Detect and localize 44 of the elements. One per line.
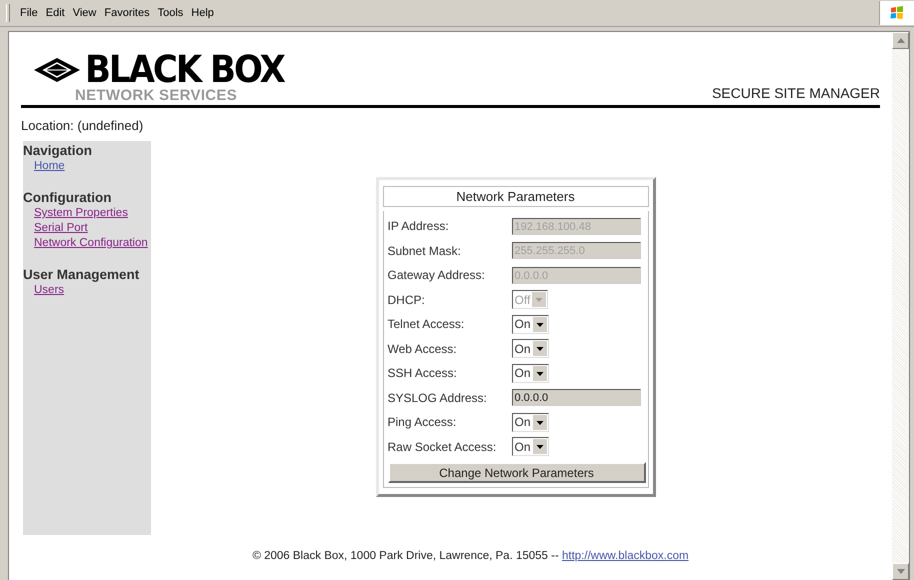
field-label: IP Address: (388, 219, 450, 234)
location-label: Location: (undefined) (21, 117, 144, 135)
change-parameters-button[interactable]: Change Network Parameters (388, 462, 646, 483)
dropdown[interactable]: On (512, 364, 549, 383)
panel-title: Network Parameters (382, 186, 648, 207)
scroll-down-button[interactable] (892, 563, 909, 580)
field-label: DHCP: (388, 292, 426, 307)
section-title: Configuration (23, 190, 112, 206)
nav-link[interactable]: System Properties (23, 206, 151, 221)
field-label: Telnet Access: (388, 317, 466, 332)
field-label: Raw Socket Access: (388, 440, 498, 454)
section-title: Navigation (23, 143, 94, 159)
nav-link[interactable]: Network Configuration (23, 236, 151, 251)
field-label: SYSLOG Address: (388, 390, 488, 405)
nav-link[interactable]: Users (23, 283, 151, 298)
field-label: Subnet Mask: (388, 244, 462, 258)
section-title: User Management (23, 267, 140, 283)
app-title: SECURE SITE MANAGER (712, 85, 880, 103)
menu-item[interactable]: Tools (154, 7, 188, 19)
up-arrow-icon (896, 38, 904, 43)
menu-item[interactable]: File (16, 7, 42, 19)
logo-subtitle: NETWORK SERVICES (74, 88, 238, 103)
dropdown[interactable]: On (512, 339, 549, 358)
field-label: Gateway Address: (388, 268, 486, 282)
dropdown[interactable]: On (512, 314, 549, 334)
menu-item[interactable]: Edit (42, 7, 69, 19)
copyright-text: © 2006 Black Box, 1000 Park Drive, Lawrence, Pa. 15055 -- (252, 550, 559, 562)
website-link[interactable]: http://www.blackbox.com (562, 550, 689, 562)
dropdown[interactable]: On (512, 412, 549, 432)
nav-link[interactable]: Home (23, 159, 151, 174)
menu-item[interactable]: Help (187, 7, 218, 19)
field-label: Web Access: (388, 342, 458, 356)
text-field[interactable]: 0.0.0.0 (512, 389, 640, 406)
down-arrow-icon (896, 569, 904, 574)
dropdown[interactable]: On (512, 437, 549, 456)
field-label: SSH Access: (388, 366, 458, 380)
diamond-logo-icon (33, 57, 81, 83)
menu-item[interactable]: View (68, 7, 100, 19)
nav-link[interactable]: Serial Port (23, 221, 151, 236)
logo-title: BLACK BOX (85, 50, 284, 90)
menu-item[interactable]: Favorites (100, 7, 154, 19)
scrollbar[interactable] (892, 32, 909, 580)
field-label: Ping Access: (388, 415, 458, 430)
scroll-up-button[interactable] (892, 32, 909, 49)
